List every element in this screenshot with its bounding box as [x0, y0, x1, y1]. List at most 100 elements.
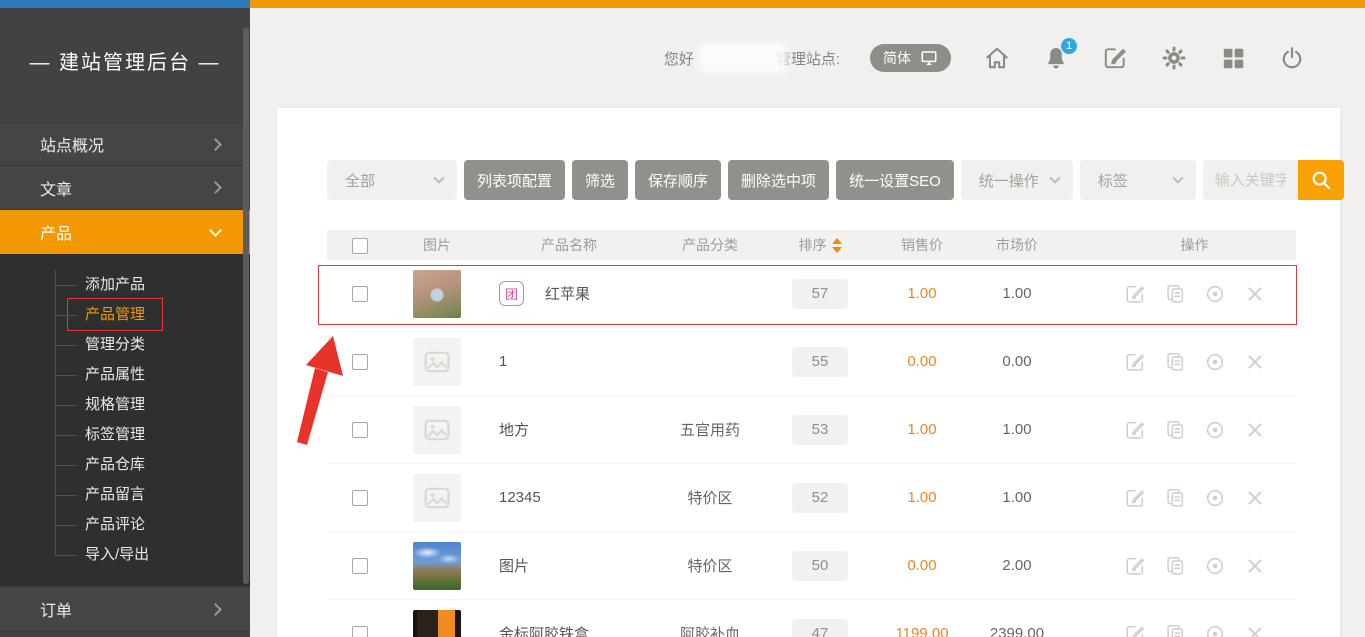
home-button[interactable] — [984, 45, 1010, 71]
grid-icon — [1220, 45, 1246, 71]
copy-row-button[interactable] — [1164, 623, 1186, 637]
image-placeholder-icon — [424, 487, 450, 509]
delete-row-button[interactable] — [1244, 351, 1266, 373]
sidebar-item-site-overview[interactable]: 站点概况 — [0, 122, 250, 166]
product-name: 1 — [499, 353, 507, 370]
sale-price: 1.00 — [877, 285, 967, 302]
sort-arrows-icon[interactable] — [832, 238, 842, 253]
monitor-icon — [920, 49, 938, 67]
submenu-item-spec-management[interactable]: 规格管理 — [0, 390, 250, 420]
sort-value-input[interactable]: 57 — [792, 279, 848, 309]
submenu-item-product-management[interactable]: 产品管理 — [0, 300, 250, 330]
sort-value-input[interactable]: 47 — [792, 619, 848, 637]
product-image — [413, 406, 461, 454]
select-all-checkbox[interactable] — [352, 238, 368, 254]
sort-value-input[interactable]: 50 — [792, 551, 848, 581]
products-submenu: 添加产品 产品管理 管理分类 产品属性 规格管理 标签管理 产品仓库 产品留言 … — [0, 254, 250, 586]
product-name: 红苹果 — [545, 283, 590, 304]
sidebar-item-products[interactable]: 产品 — [0, 210, 250, 254]
table-body: 团 红苹果 57 1.00 1.00 1 55 0.00 0.00 — [327, 260, 1296, 637]
copy-row-button[interactable] — [1164, 283, 1186, 305]
tags-dropdown[interactable]: 标签 — [1080, 160, 1196, 200]
edit-icon — [1102, 45, 1128, 71]
search-input[interactable] — [1203, 160, 1298, 200]
notification-badge: 1 — [1061, 38, 1077, 54]
preview-row-button[interactable] — [1204, 283, 1226, 305]
red-highlight-box: 产品管理 — [67, 298, 163, 331]
column-header-sort[interactable]: 排序 — [763, 235, 877, 255]
edit-row-button[interactable] — [1124, 419, 1146, 441]
row-checkbox[interactable] — [352, 490, 368, 506]
preview-row-button[interactable] — [1204, 351, 1226, 373]
product-name: 地方 — [499, 419, 529, 440]
product-image — [413, 474, 461, 522]
preview-row-button[interactable] — [1204, 487, 1226, 509]
delete-row-button[interactable] — [1244, 283, 1266, 305]
sidebar-item-articles[interactable]: 文章 — [0, 166, 250, 210]
preview-row-button[interactable] — [1204, 555, 1226, 577]
submenu-item-product-messages[interactable]: 产品留言 — [0, 480, 250, 510]
sale-price: 1.00 — [877, 489, 967, 506]
language-switch-button[interactable]: 简体 — [870, 44, 951, 72]
logout-button[interactable] — [1279, 45, 1305, 71]
chevron-down-icon — [1049, 172, 1060, 183]
greeting-text: 您好 — [664, 48, 694, 69]
sidebar-item-label: 站点概况 — [40, 132, 104, 156]
home-icon — [984, 45, 1010, 71]
row-checkbox[interactable] — [352, 626, 368, 637]
submenu-item-product-warehouse[interactable]: 产品仓库 — [0, 450, 250, 480]
submenu-item-import-export[interactable]: 导入/导出 — [0, 540, 250, 570]
product-image — [413, 270, 461, 318]
copy-row-button[interactable] — [1164, 351, 1186, 373]
row-checkbox[interactable] — [352, 354, 368, 370]
edit-row-button[interactable] — [1124, 555, 1146, 577]
filter-all-dropdown[interactable]: 全部 — [327, 160, 457, 200]
delete-row-button[interactable] — [1244, 555, 1266, 577]
list-config-button[interactable]: 列表项配置 — [464, 160, 565, 200]
content-top-accent — [250, 0, 1365, 8]
product-name: 12345 — [499, 489, 541, 506]
save-order-button[interactable]: 保存顺序 — [635, 160, 721, 200]
apps-button[interactable] — [1220, 45, 1246, 71]
sidebar-item-orders[interactable]: 订单 — [0, 586, 250, 632]
submenu-item-product-reviews[interactable]: 产品评论 — [0, 510, 250, 540]
product-category: 特价区 — [657, 487, 763, 508]
sort-value-input[interactable]: 52 — [792, 483, 848, 513]
search-button[interactable] — [1298, 160, 1344, 200]
submenu-item-tag-management[interactable]: 标签管理 — [0, 420, 250, 450]
market-price: 0.00 — [967, 353, 1067, 370]
batch-operation-dropdown[interactable]: 统一操作 — [961, 160, 1073, 200]
column-header-image: 图片 — [393, 235, 481, 255]
delete-selected-button[interactable]: 删除选中项 — [728, 160, 829, 200]
preview-row-button[interactable] — [1204, 623, 1226, 637]
sidebar-scrollbar[interactable] — [243, 28, 249, 584]
notifications-button[interactable]: 1 — [1043, 45, 1069, 71]
market-price: 2399.00 — [967, 625, 1067, 637]
delete-row-button[interactable] — [1244, 487, 1266, 509]
sort-value-input[interactable]: 55 — [792, 347, 848, 377]
submenu-item-product-attributes[interactable]: 产品属性 — [0, 360, 250, 390]
delete-row-button[interactable] — [1244, 623, 1266, 637]
filter-button[interactable]: 筛选 — [572, 160, 628, 200]
edit-row-button[interactable] — [1124, 351, 1146, 373]
row-checkbox[interactable] — [352, 558, 368, 574]
delete-row-button[interactable] — [1244, 419, 1266, 441]
seo-settings-button[interactable]: 统一设置SEO — [836, 160, 954, 200]
edit-row-button[interactable] — [1124, 487, 1146, 509]
edit-row-button[interactable] — [1124, 623, 1146, 637]
sort-value-input[interactable]: 53 — [792, 415, 848, 445]
row-checkbox[interactable] — [352, 286, 368, 302]
settings-button[interactable] — [1161, 45, 1187, 71]
copy-row-button[interactable] — [1164, 419, 1186, 441]
copy-row-button[interactable] — [1164, 555, 1186, 577]
edit-button[interactable] — [1102, 45, 1128, 71]
submenu-item-manage-categories[interactable]: 管理分类 — [0, 330, 250, 360]
submenu-item-add-product[interactable]: 添加产品 — [0, 270, 250, 300]
preview-row-button[interactable] — [1204, 419, 1226, 441]
copy-row-button[interactable] — [1164, 487, 1186, 509]
product-name: 图片 — [499, 555, 529, 576]
sale-price: 0.00 — [877, 353, 967, 370]
row-checkbox[interactable] — [352, 422, 368, 438]
sidebar-item-label: 文章 — [40, 176, 72, 200]
edit-row-button[interactable] — [1124, 283, 1146, 305]
